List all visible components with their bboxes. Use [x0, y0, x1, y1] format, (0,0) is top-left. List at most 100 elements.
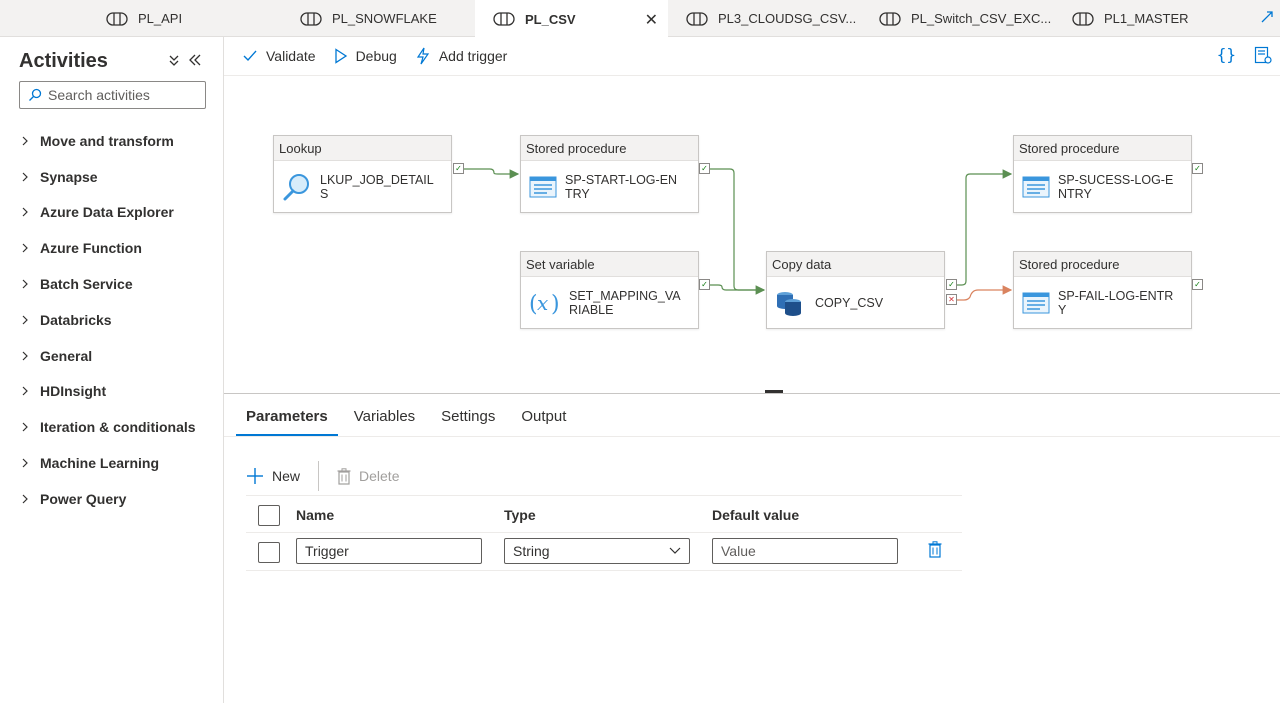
- stored-procedure-icon: [1022, 176, 1050, 198]
- category-hdinsight[interactable]: HDInsight: [20, 374, 196, 410]
- category-power-query[interactable]: Power Query: [20, 481, 196, 517]
- category-batch-service[interactable]: Batch Service: [20, 266, 196, 302]
- tab-settings[interactable]: Settings: [431, 394, 505, 436]
- category-azure-data-explorer[interactable]: Azure Data Explorer: [20, 195, 196, 231]
- select-all-checkbox[interactable]: [258, 505, 280, 526]
- category-label: Power Query: [40, 490, 127, 507]
- close-icon[interactable]: ✕: [645, 10, 658, 30]
- stored-procedure-icon: [1022, 292, 1050, 314]
- connector-copy-to-fail: [956, 285, 1013, 301]
- tab-label: PL_Switch_CSV_EXC...: [911, 11, 1052, 26]
- pipeline-icon: [1072, 11, 1094, 26]
- new-parameter-button[interactable]: New: [246, 467, 300, 485]
- success-output-handle[interactable]: ✓: [946, 279, 957, 290]
- properties-panel: Parameters Variables Settings Output New…: [224, 393, 1280, 703]
- tab-pl1-master[interactable]: PL1_MASTER: [1054, 0, 1254, 37]
- plus-icon: [247, 468, 263, 484]
- activity-name: COPY_CSV: [815, 296, 884, 310]
- parameter-name-input[interactable]: [296, 538, 482, 564]
- delete-parameter-button[interactable]: Delete: [337, 467, 400, 485]
- add-trigger-button[interactable]: Add trigger: [415, 47, 507, 65]
- activity-lookup[interactable]: Lookup LKUP_JOB_DETAILS: [273, 135, 452, 213]
- copy-data-icon: [777, 292, 801, 316]
- pipeline-canvas[interactable]: Lookup LKUP_JOB_DETAILS ✓ Stored procedu…: [224, 76, 1280, 393]
- collapse-all-icon[interactable]: [168, 53, 180, 67]
- activity-sp-fail-log[interactable]: Stored procedure SP-FAIL-LOG-ENTRY: [1013, 251, 1192, 329]
- row-checkbox[interactable]: [258, 542, 280, 563]
- table-header-row: Name Type Default value: [246, 495, 962, 533]
- category-label: Machine Learning: [40, 455, 160, 472]
- category-databricks[interactable]: Databricks: [20, 302, 196, 338]
- validate-label: Validate: [266, 48, 316, 64]
- category-machine-learning[interactable]: Machine Learning: [20, 445, 196, 481]
- activity-set-variable[interactable]: Set variable (x) SET_MAPPING_VARIABLE: [520, 251, 699, 329]
- add-trigger-label: Add trigger: [438, 48, 508, 64]
- toolbar-right-actions: {}: [1217, 45, 1272, 64]
- stored-procedure-icon: [529, 176, 557, 198]
- debug-button[interactable]: Debug: [334, 48, 397, 64]
- category-label: Synapse: [40, 168, 98, 185]
- category-synapse[interactable]: Synapse: [20, 159, 196, 195]
- connector-lookup-to-start: [464, 168, 520, 179]
- failure-output-handle[interactable]: ✕: [946, 294, 957, 305]
- tab-output[interactable]: Output: [511, 394, 576, 436]
- column-header-default: Default value: [712, 507, 800, 523]
- pipeline-tab-bar: PL_API PL_SNOWFLAKE PL_CSV ✕ PL3_CLOUDSG…: [0, 0, 1280, 38]
- column-header-name: Name: [296, 507, 335, 523]
- category-label: General: [40, 347, 93, 364]
- activities-title: Activities: [19, 50, 108, 72]
- tab-pl3-cloudsg-csv[interactable]: PL3_CLOUDSG_CSV...: [668, 0, 861, 37]
- properties-tabs: Parameters Variables Settings Output: [236, 394, 582, 436]
- activity-type-label: Copy data: [767, 252, 944, 277]
- tab-pl-switch-csv[interactable]: PL_Switch_CSV_EXC...: [861, 0, 1054, 37]
- category-move-and-transform[interactable]: Move and transform: [20, 123, 196, 159]
- activity-type-label: Lookup: [274, 136, 451, 161]
- category-azure-function[interactable]: Azure Function: [20, 230, 196, 266]
- parameter-type-select[interactable]: String: [504, 538, 690, 564]
- svg-text:): ): [551, 292, 560, 317]
- category-label: HDInsight: [40, 383, 107, 400]
- search-activities-input[interactable]: [48, 87, 198, 103]
- parameter-default-input[interactable]: [712, 538, 898, 564]
- success-output-handle[interactable]: ✓: [699, 279, 710, 290]
- success-output-handle[interactable]: ✓: [1192, 279, 1203, 290]
- tab-variables[interactable]: Variables: [344, 394, 425, 436]
- activity-name: SP-START-LOG-ENTRY: [565, 173, 678, 201]
- properties-icon[interactable]: [1254, 46, 1272, 64]
- expand-icon[interactable]: [1260, 10, 1274, 24]
- activity-type-label: Stored procedure: [521, 136, 698, 161]
- chevron-right-icon: [22, 494, 28, 504]
- activity-sp-success-log[interactable]: Stored procedure SP-SUCESS-LOG-ENTRY: [1013, 135, 1192, 213]
- code-view-icon[interactable]: {}: [1217, 45, 1236, 64]
- activity-name: SET_MAPPING_VARIABLE: [569, 289, 681, 317]
- trash-icon: [337, 467, 351, 485]
- category-general[interactable]: General: [20, 338, 196, 374]
- chevron-right-icon: [22, 387, 28, 396]
- activity-type-label: Stored procedure: [1014, 252, 1191, 277]
- success-output-handle[interactable]: ✓: [699, 163, 710, 174]
- connector-start-to-copy: [710, 168, 766, 295]
- panel-controls: [168, 53, 202, 67]
- tab-pl-snowflake[interactable]: PL_SNOWFLAKE: [282, 0, 475, 37]
- pipeline-toolbar: Validate Debug Add trigger {}: [224, 37, 1280, 76]
- validate-button[interactable]: Validate: [242, 48, 316, 64]
- activity-copy-data[interactable]: Copy data COPY_CSV: [766, 251, 945, 329]
- pipeline-icon: [106, 11, 128, 26]
- success-output-handle[interactable]: ✓: [453, 163, 464, 174]
- tab-pl-csv[interactable]: PL_CSV ✕: [475, 0, 668, 38]
- search-activities-box[interactable]: [19, 81, 206, 109]
- tab-parameters[interactable]: Parameters: [236, 394, 338, 436]
- activity-type-label: Stored procedure: [1014, 136, 1191, 161]
- new-label: New: [272, 468, 301, 484]
- connector-setvar-to-copy: [710, 284, 764, 291]
- variable-icon: (x): [529, 291, 560, 317]
- category-iteration-conditionals[interactable]: Iteration & conditionals: [20, 409, 196, 445]
- tab-pl-api[interactable]: PL_API: [88, 0, 281, 37]
- success-output-handle[interactable]: ✓: [1192, 163, 1203, 174]
- chevron-right-icon: [22, 458, 28, 468]
- minimize-panel-icon[interactable]: [188, 53, 202, 67]
- activity-sp-start-log[interactable]: Stored procedure SP-START-LOG-ENTRY: [520, 135, 699, 213]
- delete-label: Delete: [359, 468, 400, 484]
- tab-label: PL_SNOWFLAKE: [332, 11, 437, 26]
- delete-row-icon[interactable]: [928, 541, 942, 558]
